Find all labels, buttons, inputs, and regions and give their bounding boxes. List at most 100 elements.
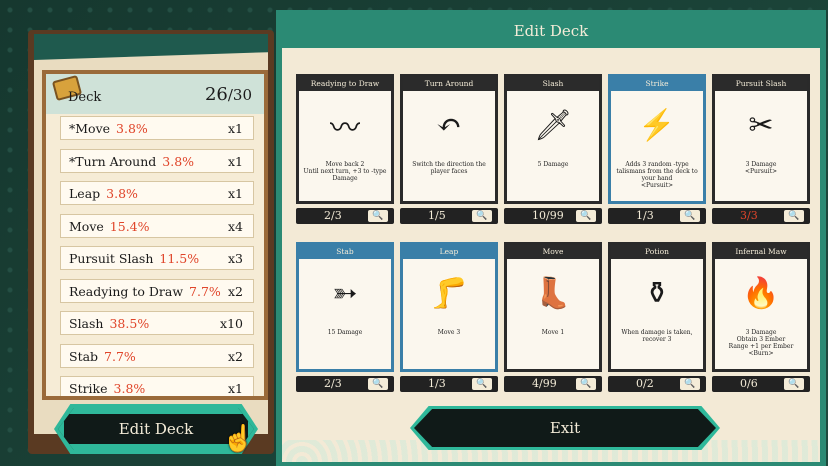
card-count-bar: 2/3 🔍 bbox=[296, 208, 394, 224]
deck-row-name: Move bbox=[69, 218, 104, 234]
edit-panel-title: Edit Deck bbox=[513, 22, 589, 40]
deck-row[interactable]: Move 15.4% x4 bbox=[60, 213, 254, 238]
card-count: 0/2 bbox=[636, 377, 654, 390]
card-description: 15 Damage bbox=[327, 329, 363, 336]
exit-button[interactable]: Exit bbox=[414, 409, 716, 447]
card-description: 3 Damage Obtain 3 Ember Range +1 per Emb… bbox=[728, 329, 794, 357]
deck-row-label: Pursuit Slash 11.5% bbox=[69, 251, 199, 266]
card-count-bar: 1/3 🔍 bbox=[400, 376, 498, 392]
deck-row[interactable]: *Turn Around 3.8% x1 bbox=[60, 148, 254, 173]
deck-row-quantity: x2 bbox=[227, 348, 243, 364]
card[interactable]: Stab ➳ 15 Damage bbox=[296, 242, 394, 372]
card-count: 3/3 bbox=[740, 209, 758, 222]
deck-row-percent: 11.5% bbox=[159, 251, 200, 266]
magnify-icon[interactable]: 🔍 bbox=[368, 210, 388, 222]
card-count: 2/3 bbox=[324, 377, 342, 390]
card-title: Pursuit Slash bbox=[715, 77, 807, 91]
deck-title: Deck bbox=[68, 90, 102, 105]
card-title: Leap bbox=[403, 245, 495, 259]
deck-row-percent: 38.5% bbox=[109, 316, 150, 331]
card[interactable]: Move 👢 Move 1 bbox=[504, 242, 602, 372]
magnify-icon[interactable]: 🔍 bbox=[368, 378, 388, 390]
deck-row[interactable]: Slash 38.5% x10 bbox=[60, 311, 254, 335]
magnify-icon[interactable]: 🔍 bbox=[784, 210, 804, 222]
deck-row-percent: 7.7% bbox=[104, 348, 136, 364]
magnify-icon[interactable]: 🔍 bbox=[784, 378, 804, 390]
card[interactable]: Turn Around ↶ Switch the direction the pla… bbox=[400, 74, 498, 204]
card[interactable]: Slash 🗡 5 Damage bbox=[504, 74, 602, 204]
card[interactable]: Leap 🦵 Move 3 bbox=[400, 242, 498, 372]
deck-count-max: /30 bbox=[227, 86, 252, 104]
deck-row-quantity: x2 bbox=[227, 283, 243, 299]
card-count-bar: 4/99 🔍 bbox=[504, 376, 602, 392]
deck-row-percent: 3.8% bbox=[113, 381, 146, 396]
card[interactable]: Potion ⚱ When damage is taken, recover 3 bbox=[608, 242, 706, 372]
deck-row-name: Slash bbox=[69, 316, 104, 331]
deck-row-quantity: x1 bbox=[227, 186, 243, 201]
potion-icon: ⚱ bbox=[644, 275, 670, 311]
deck-row-quantity: x1 bbox=[227, 153, 243, 169]
deck-row[interactable]: Stab 7.7% x2 bbox=[60, 343, 254, 368]
deck-row-label: Readying to Draw 7.7% bbox=[69, 284, 221, 299]
magnify-icon[interactable]: 🔍 bbox=[576, 210, 596, 222]
deck-count: 26/30 bbox=[205, 84, 252, 105]
card-title: Infernal Maw bbox=[715, 245, 807, 259]
card[interactable]: Infernal Maw 🔥 3 Damage Obtain 3 Ember Ran… bbox=[712, 242, 810, 372]
deck-row-label: *Turn Around 3.8% bbox=[69, 154, 194, 169]
card-count-bar: 10/99 🔍 bbox=[504, 208, 602, 224]
card-count-bar: 1/3 🔍 bbox=[608, 208, 706, 224]
card-title: Potion bbox=[611, 245, 703, 259]
magnify-icon[interactable]: 🔍 bbox=[680, 210, 700, 222]
card-description: Move 1 bbox=[541, 329, 565, 336]
deck-row[interactable]: *Move 3.8% x1 bbox=[60, 116, 254, 140]
card-title: Strike bbox=[611, 77, 703, 91]
edit-panel-header: Edit Deck bbox=[282, 14, 820, 48]
strike-icon: ⚡ bbox=[638, 107, 676, 143]
deck-row-label: *Move 3.8% bbox=[69, 121, 148, 136]
deck-row-percent: 3.8% bbox=[116, 121, 148, 136]
card[interactable]: Pursuit Slash ✂ 3 Damage <Pursuit> bbox=[712, 74, 810, 204]
card[interactable]: Strike ⚡ Adds 3 random -type talismans fro… bbox=[608, 74, 706, 204]
deck-row-name: Stab bbox=[69, 348, 99, 364]
card-description: 3 Damage <Pursuit> bbox=[744, 161, 778, 175]
deck-row-label: Stab 7.7% bbox=[69, 349, 136, 364]
card-count: 2/3 bbox=[324, 209, 342, 222]
magnify-icon[interactable]: 🔍 bbox=[472, 210, 492, 222]
card-count-bar: 3/3 🔍 bbox=[712, 208, 810, 224]
deck-row[interactable]: Readying to Draw 7.7% x2 bbox=[60, 278, 254, 303]
deck-row-label: Slash 38.5% bbox=[69, 316, 149, 331]
card-description: 5 Damage bbox=[537, 161, 569, 168]
deck-row[interactable]: Pursuit Slash 11.5% x3 bbox=[60, 246, 254, 270]
card-grid: Readying to Draw 〰 Move back 2 Until next … bbox=[296, 74, 810, 400]
card-count: 0/6 bbox=[740, 377, 758, 390]
card-count-bar: 2/3 🔍 bbox=[296, 376, 394, 392]
deck-row-percent: 3.8% bbox=[106, 186, 138, 201]
magnify-icon[interactable]: 🔍 bbox=[576, 378, 596, 390]
card-count: 4/99 bbox=[532, 377, 557, 390]
leap-leg-icon: 🦵 bbox=[430, 275, 468, 311]
deck-row-name: Pursuit Slash bbox=[69, 251, 154, 266]
deck-row-name: *Turn Around bbox=[69, 153, 157, 169]
magnify-icon[interactable]: 🔍 bbox=[680, 378, 700, 390]
hand-cursor-icon: ☝ bbox=[222, 424, 255, 454]
card-description: Move 3 bbox=[437, 329, 461, 336]
pursuit-slash-icon: ✂ bbox=[748, 107, 774, 143]
deck-row-name: Leap bbox=[69, 186, 101, 201]
deck-row-percent: 15.4% bbox=[109, 218, 150, 234]
deck-row[interactable]: Leap 3.8% x1 bbox=[60, 181, 254, 205]
deck-header: Deck 26/30 bbox=[46, 74, 264, 114]
card[interactable]: Readying to Draw 〰 Move back 2 Until next … bbox=[296, 74, 394, 204]
deck-row-quantity: x1 bbox=[227, 381, 243, 396]
sword-icon: 🗡 bbox=[533, 107, 573, 143]
card-title: Stab bbox=[299, 245, 391, 259]
card-description: Switch the direction the player faces bbox=[412, 161, 486, 175]
card-count-bar: 0/6 🔍 bbox=[712, 376, 810, 392]
deck-row-percent: 3.8% bbox=[162, 153, 195, 169]
magnify-icon[interactable]: 🔍 bbox=[472, 378, 492, 390]
deck-row[interactable]: Strike 3.8% x1 bbox=[60, 376, 254, 396]
card-count: 1/3 bbox=[636, 209, 654, 222]
deck-row-quantity: x3 bbox=[227, 251, 243, 266]
card-count: 10/99 bbox=[532, 209, 564, 222]
card-description: Move back 2 Until next turn, +3 to -type… bbox=[303, 161, 387, 182]
deck-row-quantity: x1 bbox=[227, 121, 243, 136]
